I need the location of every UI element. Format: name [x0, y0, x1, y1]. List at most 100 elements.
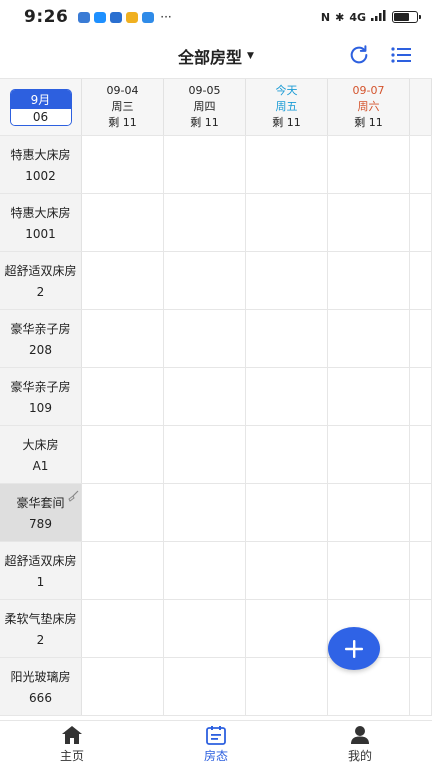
room-cell[interactable]: [82, 600, 164, 657]
nfc-icon: N: [320, 10, 331, 24]
room-row: 超舒适双床房 2: [0, 252, 432, 310]
list-icon[interactable]: [388, 42, 414, 68]
room-label[interactable]: 柔软气垫床房 2: [0, 600, 82, 657]
caret-down-icon: ▼: [247, 51, 254, 61]
date-column[interactable]: 09-07 周六 剩 11: [328, 79, 410, 135]
room-label[interactable]: 阳光玻璃房 666: [0, 658, 82, 715]
month-picker[interactable]: 9月 06: [0, 79, 82, 135]
room-cell[interactable]: [82, 542, 164, 599]
room-cell[interactable]: [164, 658, 246, 715]
room-cell: [410, 600, 432, 657]
room-cell[interactable]: [246, 194, 328, 251]
room-cell: [410, 136, 432, 193]
room-cell[interactable]: [164, 368, 246, 425]
room-cell[interactable]: [82, 426, 164, 483]
refresh-icon[interactable]: [346, 42, 372, 68]
room-cell[interactable]: [328, 194, 410, 251]
tab-home[interactable]: 主页: [0, 721, 144, 768]
app-header: 全部房型 ▼: [0, 34, 432, 78]
tab-room-status-label: 房态: [203, 749, 228, 763]
room-cell[interactable]: [164, 136, 246, 193]
weekday-label: 周三: [111, 100, 134, 113]
message-icon: [94, 11, 107, 23]
mail-icon: [126, 11, 139, 23]
room-cell[interactable]: [164, 310, 246, 367]
room-cell[interactable]: [164, 426, 246, 483]
room-cell[interactable]: [328, 310, 410, 367]
room-cell[interactable]: [82, 658, 164, 715]
room-cell: [410, 194, 432, 251]
room-cell[interactable]: [82, 252, 164, 309]
weekday-label: 周六: [357, 100, 380, 113]
bottom-tab-bar: 主页 房态 我的: [0, 720, 432, 768]
room-number: 666: [29, 691, 52, 705]
date-label: 09-05: [188, 84, 221, 97]
tab-mine-label: 我的: [347, 749, 372, 763]
room-type-filter[interactable]: 全部房型 ▼: [178, 44, 254, 68]
signal-icon: [371, 10, 387, 24]
room-cell[interactable]: [82, 368, 164, 425]
room-label[interactable]: 豪华亲子房 208: [0, 310, 82, 367]
room-cell[interactable]: [328, 542, 410, 599]
room-cell[interactable]: [164, 542, 246, 599]
room-cell[interactable]: [328, 368, 410, 425]
rooms-remaining: 剩 11: [272, 116, 301, 129]
add-button[interactable]: [328, 627, 380, 670]
room-label[interactable]: 超舒适双床房 1: [0, 542, 82, 599]
date-label: 今天: [275, 84, 298, 97]
room-type: 阳光玻璃房: [10, 670, 71, 684]
room-cell[interactable]: [164, 194, 246, 251]
room-cell[interactable]: [164, 484, 246, 541]
room-cell[interactable]: [246, 310, 328, 367]
room-cell[interactable]: [246, 368, 328, 425]
room-cell[interactable]: [164, 600, 246, 657]
room-cell[interactable]: [246, 426, 328, 483]
room-type: 超舒适双床房: [4, 264, 77, 278]
room-number: A1: [32, 459, 49, 473]
bluetooth-icon: ✱: [335, 10, 345, 24]
room-cell: [410, 252, 432, 309]
room-label[interactable]: 豪华亲子房 109: [0, 368, 82, 425]
room-cell[interactable]: [246, 542, 328, 599]
room-cell[interactable]: [82, 136, 164, 193]
room-cell[interactable]: [246, 600, 328, 657]
room-cell[interactable]: [164, 252, 246, 309]
room-cell[interactable]: [328, 426, 410, 483]
room-type: 特惠大床房: [10, 148, 71, 162]
month-label: 9月: [10, 89, 71, 109]
room-cell[interactable]: [328, 484, 410, 541]
tab-room-status[interactable]: 房态: [144, 721, 288, 768]
room-cell[interactable]: [82, 310, 164, 367]
date-header: 9月 06 09-04 周三 剩 11 09-05 周四 剩 11 今天 周五 …: [0, 78, 432, 136]
room-cell[interactable]: [246, 658, 328, 715]
date-column[interactable]: 09-05 周四 剩 11: [164, 79, 246, 135]
room-label[interactable]: 特惠大床房 1002: [0, 136, 82, 193]
room-number: 2: [36, 285, 45, 299]
room-label[interactable]: 超舒适双床房 2: [0, 252, 82, 309]
tab-home-label: 主页: [59, 749, 84, 763]
room-cell[interactable]: [328, 252, 410, 309]
room-label[interactable]: 大床房 A1: [0, 426, 82, 483]
room-type: 超舒适双床房: [4, 554, 77, 568]
day-label: 06: [10, 108, 71, 125]
room-type: 特惠大床房: [10, 206, 71, 220]
status-bar: 9:26 ··· N ✱ 4G: [0, 0, 432, 34]
room-cell[interactable]: [246, 252, 328, 309]
room-cell: [410, 658, 432, 715]
room-label[interactable]: 特惠大床房 1001: [0, 194, 82, 251]
tab-mine[interactable]: 我的: [288, 721, 432, 768]
room-cell[interactable]: [246, 136, 328, 193]
room-cell[interactable]: [246, 484, 328, 541]
date-column-partial: [410, 79, 432, 135]
plus-icon: [345, 639, 363, 658]
room-row: 豪华亲子房 208: [0, 310, 432, 368]
room-cell[interactable]: [328, 136, 410, 193]
date-column[interactable]: 09-04 周三 剩 11: [82, 79, 164, 135]
app-icon: [110, 11, 123, 23]
date-column-today[interactable]: 今天 周五 剩 11: [246, 79, 328, 135]
room-cell[interactable]: [82, 194, 164, 251]
battery-icon: [392, 11, 421, 23]
room-label[interactable]: 豪华套间 789: [0, 484, 82, 541]
room-cell[interactable]: [82, 484, 164, 541]
room-row: 豪华套间 789: [0, 484, 432, 542]
